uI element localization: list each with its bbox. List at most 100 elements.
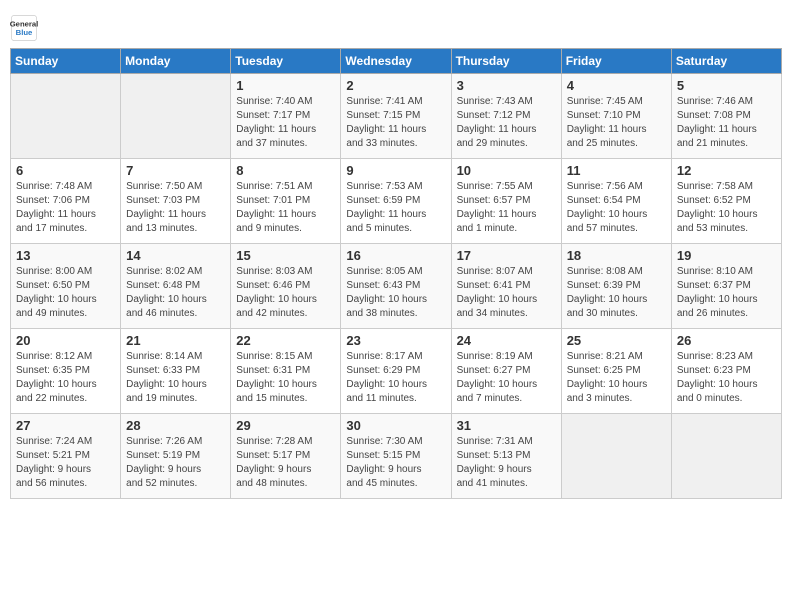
day-info: Sunrise: 7:56 AM Sunset: 6:54 PM Dayligh… <box>567 180 666 236</box>
logo: General Blue <box>10 14 38 42</box>
calendar-day: 12 Sunrise: 7:58 AM Sunset: 6:52 PM Dayli… <box>671 159 781 244</box>
day-info: Sunrise: 7:28 AM Sunset: 5:17 PM Dayligh… <box>236 435 335 491</box>
day-info: Sunrise: 8:08 AM Sunset: 6:39 PM Dayligh… <box>567 265 666 321</box>
header-day: Wednesday <box>341 49 451 74</box>
calendar-day: 3 Sunrise: 7:43 AM Sunset: 7:12 PM Daylig… <box>451 74 561 159</box>
day-number: 13 <box>16 248 115 263</box>
day-number: 23 <box>346 333 445 348</box>
day-info: Sunrise: 8:03 AM Sunset: 6:46 PM Dayligh… <box>236 265 335 321</box>
day-info: Sunrise: 8:02 AM Sunset: 6:48 PM Dayligh… <box>126 265 225 321</box>
calendar-day: 5 Sunrise: 7:46 AM Sunset: 7:08 PM Daylig… <box>671 74 781 159</box>
header-day: Friday <box>561 49 671 74</box>
day-number: 31 <box>457 418 556 433</box>
calendar-day: 19 Sunrise: 8:10 AM Sunset: 6:37 PM Dayli… <box>671 244 781 329</box>
svg-text:General: General <box>10 20 38 29</box>
day-info: Sunrise: 8:00 AM Sunset: 6:50 PM Dayligh… <box>16 265 115 321</box>
calendar-day: 10Sunrise: 7:55 AM Sunset: 6:57 PM Dayli… <box>451 159 561 244</box>
header-day: Sunday <box>11 49 121 74</box>
day-info: Sunrise: 7:31 AM Sunset: 5:13 PM Dayligh… <box>457 435 556 491</box>
calendar-day: 24Sunrise: 8:19 AM Sunset: 6:27 PM Dayli… <box>451 329 561 414</box>
day-number: 6 <box>16 163 115 178</box>
calendar-day: 18Sunrise: 8:08 AM Sunset: 6:39 PM Dayli… <box>561 244 671 329</box>
day-info: Sunrise: 7:30 AM Sunset: 5:15 PM Dayligh… <box>346 435 445 491</box>
day-number: 27 <box>16 418 115 433</box>
calendar-day <box>561 414 671 499</box>
header-row: SundayMondayTuesdayWednesdayThursdayFrid… <box>11 49 782 74</box>
calendar-day: 23 Sunrise: 8:17 AM Sunset: 6:29 PM Dayli… <box>341 329 451 414</box>
day-info: Sunrise: 7:26 AM Sunset: 5:19 PM Dayligh… <box>126 435 225 491</box>
day-info: Sunrise: 8:17 AM Sunset: 6:29 PM Dayligh… <box>346 350 445 406</box>
day-info: Sunrise: 7:24 AM Sunset: 5:21 PM Dayligh… <box>16 435 115 491</box>
day-info: Sunrise: 7:51 AM Sunset: 7:01 PM Dayligh… <box>236 180 335 236</box>
calendar-day: 6 Sunrise: 7:48 AM Sunset: 7:06 PM Daylig… <box>11 159 121 244</box>
day-number: 5 <box>677 78 776 93</box>
day-info: Sunrise: 7:53 AM Sunset: 6:59 PM Dayligh… <box>346 180 445 236</box>
day-number: 9 <box>346 163 445 178</box>
day-number: 3 <box>457 78 556 93</box>
calendar-day: 17 Sunrise: 8:07 AM Sunset: 6:41 PM Dayli… <box>451 244 561 329</box>
day-info: Sunrise: 8:05 AM Sunset: 6:43 PM Dayligh… <box>346 265 445 321</box>
day-info: Sunrise: 7:45 AM Sunset: 7:10 PM Dayligh… <box>567 95 666 151</box>
day-info: Sunrise: 7:41 AM Sunset: 7:15 PM Dayligh… <box>346 95 445 151</box>
day-number: 28 <box>126 418 225 433</box>
calendar-day: 8 Sunrise: 7:51 AM Sunset: 7:01 PM Daylig… <box>231 159 341 244</box>
calendar-day: 2Sunrise: 7:41 AM Sunset: 7:15 PM Daylig… <box>341 74 451 159</box>
day-number: 12 <box>677 163 776 178</box>
day-info: Sunrise: 7:46 AM Sunset: 7:08 PM Dayligh… <box>677 95 776 151</box>
day-number: 29 <box>236 418 335 433</box>
calendar-day: 16 Sunrise: 8:05 AM Sunset: 6:43 PM Dayli… <box>341 244 451 329</box>
day-number: 4 <box>567 78 666 93</box>
calendar-week: 20 Sunrise: 8:12 AM Sunset: 6:35 PM Dayli… <box>11 329 782 414</box>
day-info: Sunrise: 8:14 AM Sunset: 6:33 PM Dayligh… <box>126 350 225 406</box>
day-info: Sunrise: 8:12 AM Sunset: 6:35 PM Dayligh… <box>16 350 115 406</box>
day-number: 7 <box>126 163 225 178</box>
header-day: Thursday <box>451 49 561 74</box>
calendar-day: 31 Sunrise: 7:31 AM Sunset: 5:13 PM Dayli… <box>451 414 561 499</box>
calendar-day: 30Sunrise: 7:30 AM Sunset: 5:15 PM Dayli… <box>341 414 451 499</box>
calendar-week: 1 Sunrise: 7:40 AM Sunset: 7:17 PM Daylig… <box>11 74 782 159</box>
calendar-day: 28 Sunrise: 7:26 AM Sunset: 5:19 PM Dayli… <box>121 414 231 499</box>
calendar-day: 25 Sunrise: 8:21 AM Sunset: 6:25 PM Dayli… <box>561 329 671 414</box>
day-info: Sunrise: 8:15 AM Sunset: 6:31 PM Dayligh… <box>236 350 335 406</box>
day-info: Sunrise: 8:07 AM Sunset: 6:41 PM Dayligh… <box>457 265 556 321</box>
day-number: 14 <box>126 248 225 263</box>
logo-icon: General Blue <box>10 14 38 42</box>
svg-text:Blue: Blue <box>16 28 33 37</box>
calendar-week: 27 Sunrise: 7:24 AM Sunset: 5:21 PM Dayli… <box>11 414 782 499</box>
header-day: Tuesday <box>231 49 341 74</box>
day-info: Sunrise: 7:43 AM Sunset: 7:12 PM Dayligh… <box>457 95 556 151</box>
calendar-day: 26Sunrise: 8:23 AM Sunset: 6:23 PM Dayli… <box>671 329 781 414</box>
calendar-day: 14 Sunrise: 8:02 AM Sunset: 6:48 PM Dayli… <box>121 244 231 329</box>
calendar-day: 4 Sunrise: 7:45 AM Sunset: 7:10 PM Daylig… <box>561 74 671 159</box>
calendar-day: 29 Sunrise: 7:28 AM Sunset: 5:17 PM Dayli… <box>231 414 341 499</box>
calendar-day: 22Sunrise: 8:15 AM Sunset: 6:31 PM Dayli… <box>231 329 341 414</box>
day-number: 1 <box>236 78 335 93</box>
day-info: Sunrise: 7:48 AM Sunset: 7:06 PM Dayligh… <box>16 180 115 236</box>
day-info: Sunrise: 7:40 AM Sunset: 7:17 PM Dayligh… <box>236 95 335 151</box>
day-number: 17 <box>457 248 556 263</box>
calendar-day: 20 Sunrise: 8:12 AM Sunset: 6:35 PM Dayli… <box>11 329 121 414</box>
header-day: Monday <box>121 49 231 74</box>
day-number: 21 <box>126 333 225 348</box>
calendar-day <box>11 74 121 159</box>
day-number: 15 <box>236 248 335 263</box>
calendar-day <box>121 74 231 159</box>
calendar-day: 21 Sunrise: 8:14 AM Sunset: 6:33 PM Dayli… <box>121 329 231 414</box>
day-info: Sunrise: 7:58 AM Sunset: 6:52 PM Dayligh… <box>677 180 776 236</box>
header-day: Saturday <box>671 49 781 74</box>
calendar-day: 11Sunrise: 7:56 AM Sunset: 6:54 PM Dayli… <box>561 159 671 244</box>
day-info: Sunrise: 8:10 AM Sunset: 6:37 PM Dayligh… <box>677 265 776 321</box>
calendar-day: 7Sunrise: 7:50 AM Sunset: 7:03 PM Daylig… <box>121 159 231 244</box>
calendar-day: 1 Sunrise: 7:40 AM Sunset: 7:17 PM Daylig… <box>231 74 341 159</box>
calendar-week: 6 Sunrise: 7:48 AM Sunset: 7:06 PM Daylig… <box>11 159 782 244</box>
day-number: 20 <box>16 333 115 348</box>
day-number: 19 <box>677 248 776 263</box>
day-number: 25 <box>567 333 666 348</box>
calendar-day: 9 Sunrise: 7:53 AM Sunset: 6:59 PM Daylig… <box>341 159 451 244</box>
day-number: 24 <box>457 333 556 348</box>
day-number: 8 <box>236 163 335 178</box>
day-number: 16 <box>346 248 445 263</box>
day-info: Sunrise: 8:21 AM Sunset: 6:25 PM Dayligh… <box>567 350 666 406</box>
day-number: 10 <box>457 163 556 178</box>
calendar-day: 15 Sunrise: 8:03 AM Sunset: 6:46 PM Dayli… <box>231 244 341 329</box>
